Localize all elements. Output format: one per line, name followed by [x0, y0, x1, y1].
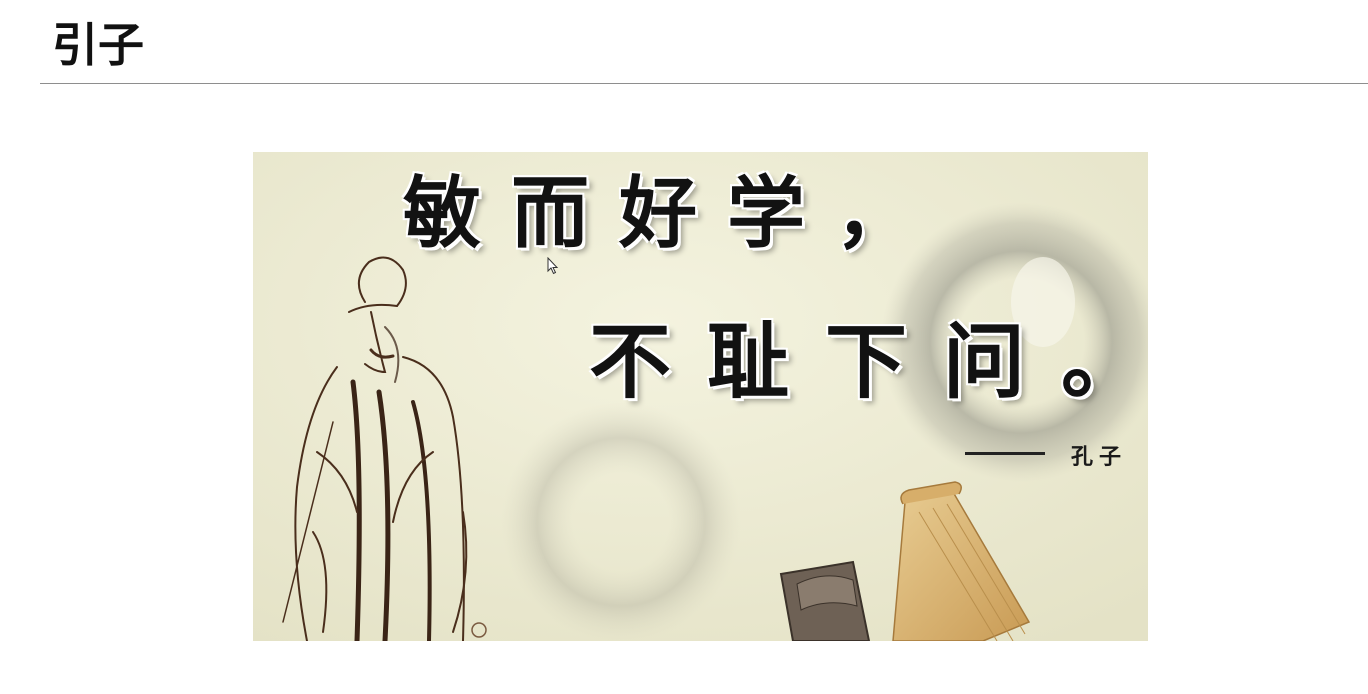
slide-title: 引子	[52, 18, 144, 72]
attribution-name: 孔子	[1071, 444, 1128, 470]
quote-line-1: 敏而好学，	[403, 168, 944, 259]
quote-line-2: 不耻下问。	[589, 314, 1148, 410]
quote-poster-image: 敏而好学， 不耻下问。 孔子	[253, 152, 1148, 641]
attribution-dash	[965, 452, 1045, 455]
ink-circle-left	[501, 402, 741, 641]
title-divider	[40, 83, 1368, 84]
pointer-arrow-icon	[547, 257, 559, 275]
